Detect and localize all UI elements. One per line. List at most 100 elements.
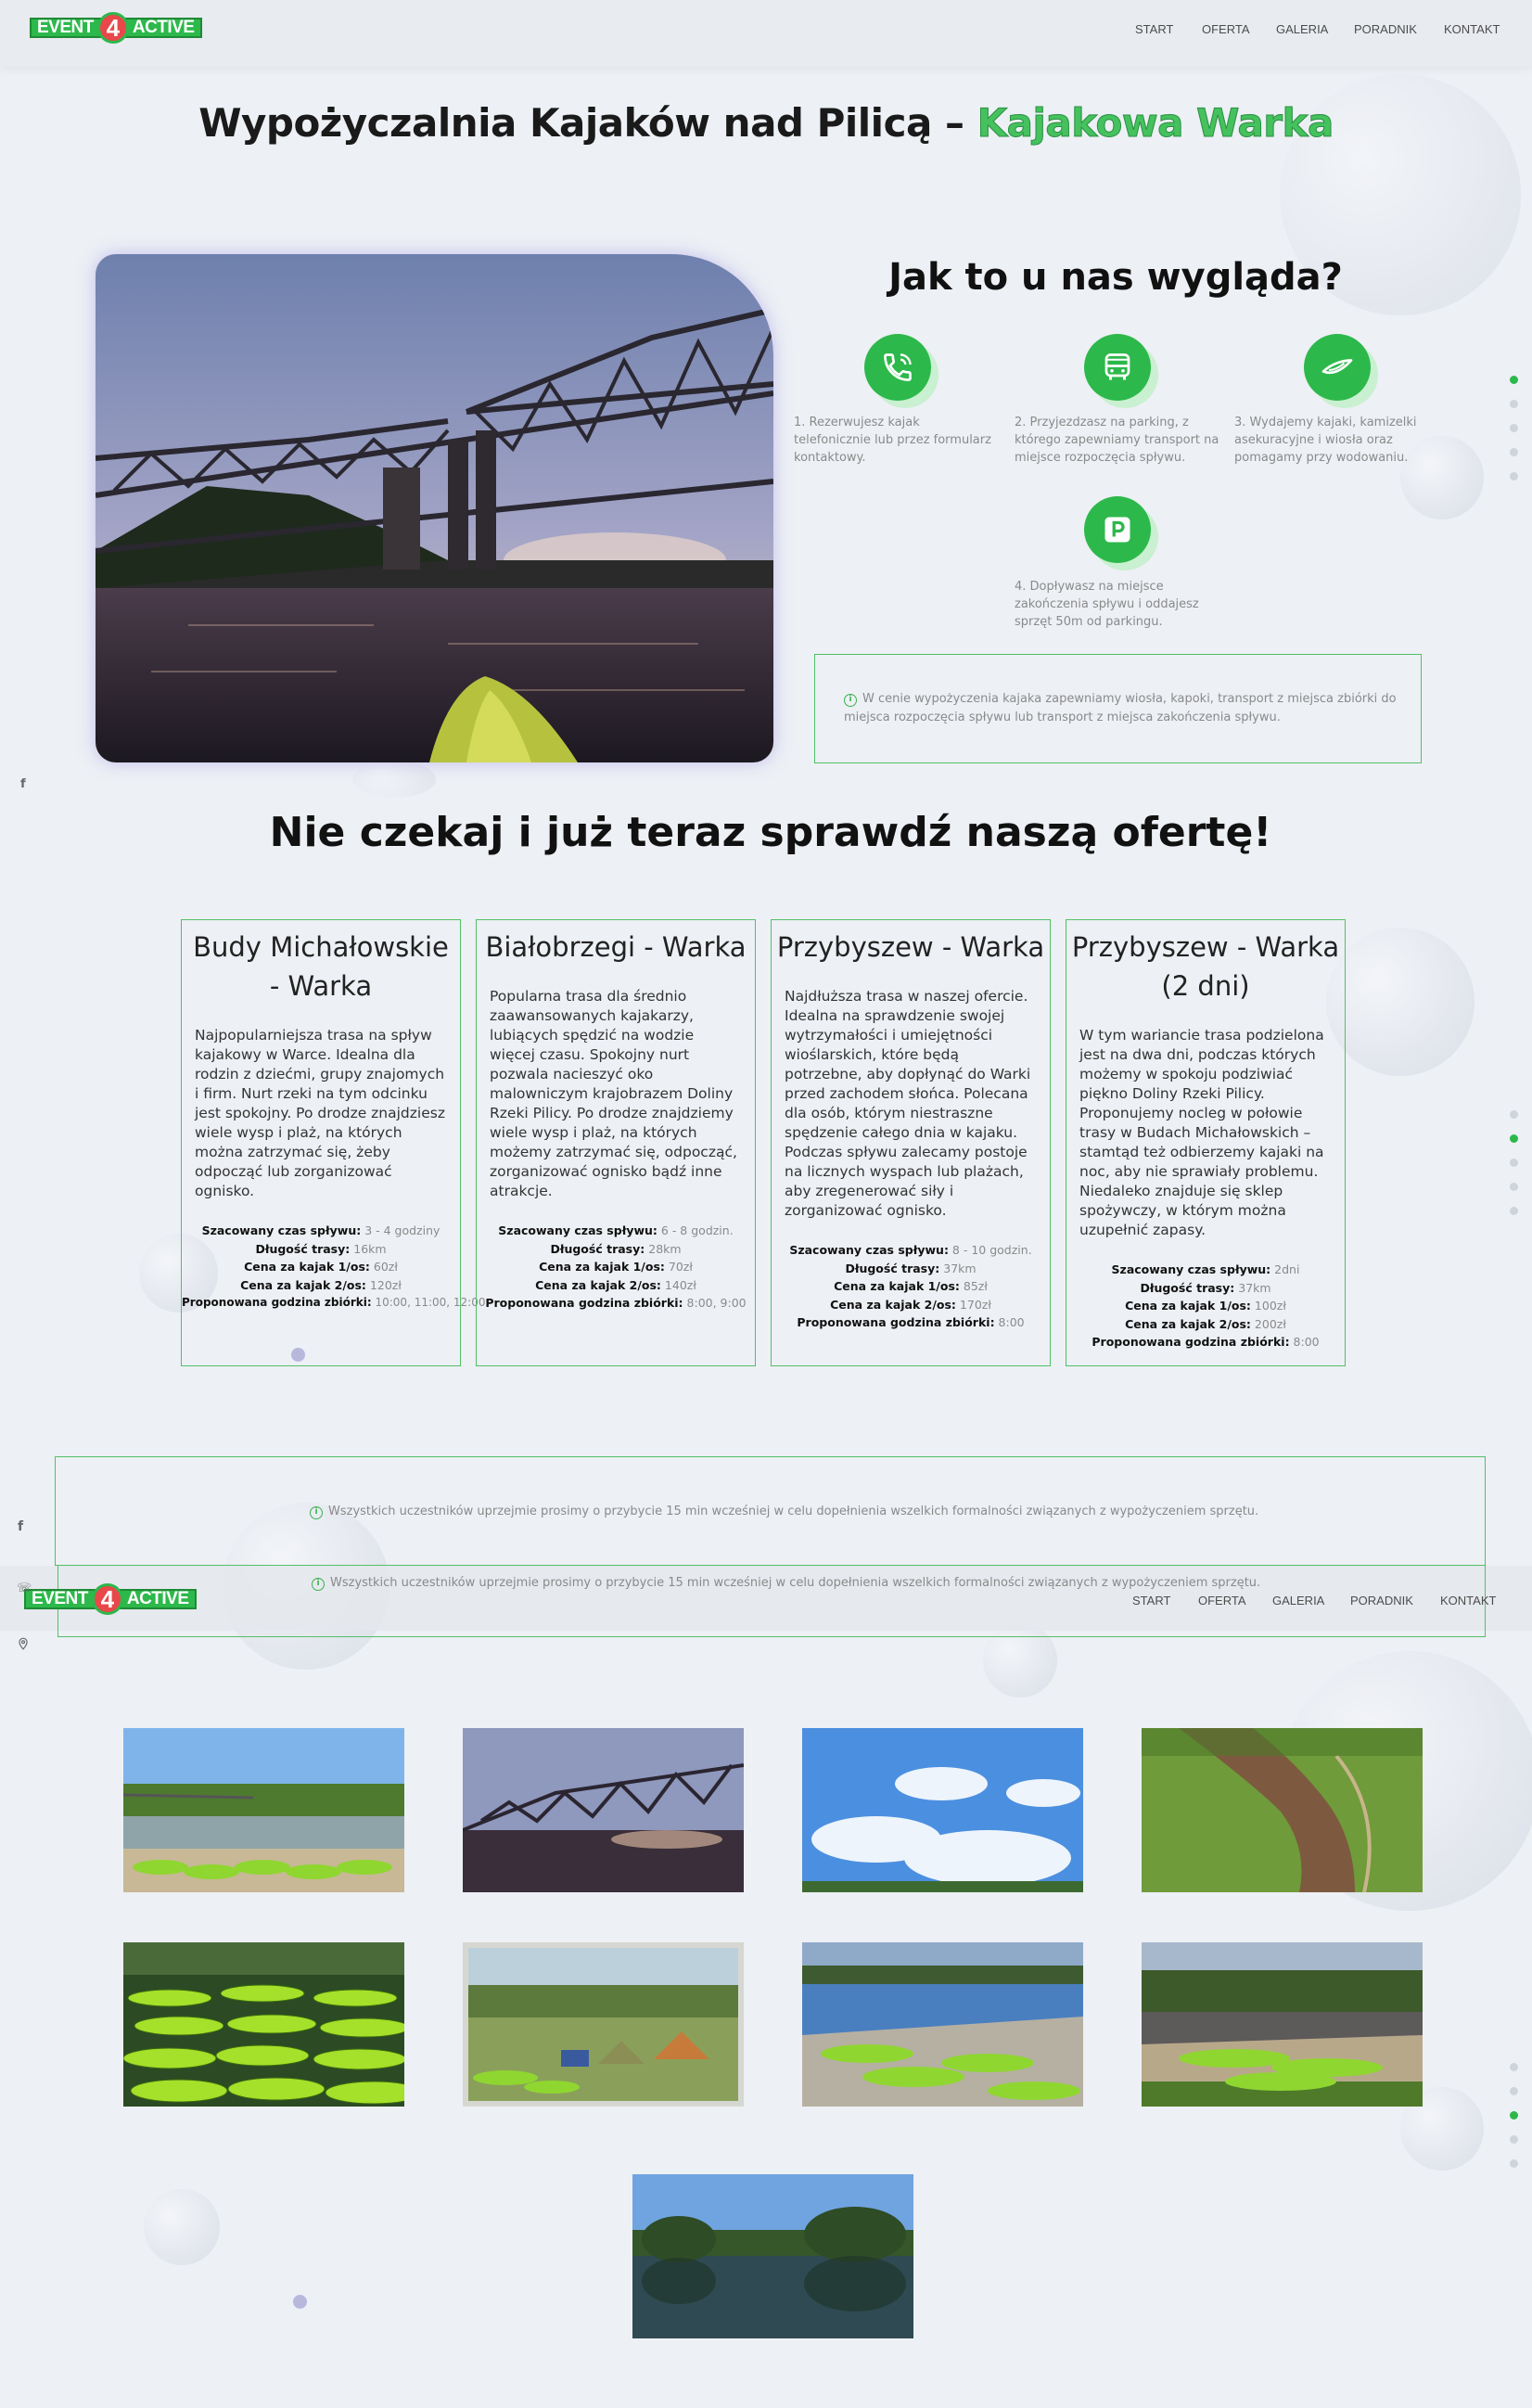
fact-time: 6 - 8 godzin. [657,1223,734,1237]
fact-label: Cena za kajak 2/os: [240,1277,366,1292]
brand-logo[interactable]: EVENT 4 ACTIVE [24,1581,197,1618]
fact-label: Długość trasy: [255,1241,351,1256]
facebook-icon[interactable]: f [20,777,26,791]
nav-oferta[interactable]: OFERTA [1202,22,1250,36]
nav-start[interactable]: START [1135,22,1173,36]
arrival-notice-label: Wszystkich uczestników uprzejmie prosimy… [330,1576,1261,1590]
brand-logo[interactable]: EVENT 4 ACTIVE [30,9,202,46]
nav-dot[interactable] [1510,2063,1518,2071]
fact-label: Proponowana godzina zbiórki: [1092,1335,1290,1349]
offer-card-desc: Najdłuższa trasa w naszej ofercie. Ideal… [785,988,1031,1219]
offer-heading: Nie czekaj i już teraz sprawdź naszą ofe… [269,809,1272,856]
nav-dot[interactable] [1510,1134,1518,1143]
parking-icon [1104,517,1130,543]
fact-label: Cena za kajak 1/os: [834,1279,960,1293]
gallery-photo-lake-kayaks[interactable] [802,1942,1083,2107]
offer-card[interactable]: Białobrzegi - Warka Popularna trasa dla … [476,919,756,1366]
fact-price1: 60zł [369,1260,398,1274]
nav-dot[interactable] [1510,376,1518,384]
arrival-notice-text: i Wszystkich uczestników uprzejmie prosim… [310,1503,1258,1521]
offer-card[interactable]: Budy Michałowskie - Warka Najpopularniej… [181,919,486,1366]
arrival-notice-label: Wszystkich uczestników uprzejmie prosimy… [328,1505,1259,1518]
offer-card-desc: Popularna trasa dla średnio zaawansowany… [490,988,737,1199]
fact-meet: 8:00 [994,1315,1025,1329]
nav-dot[interactable] [1510,2135,1518,2144]
page-title: Wypożyczalnia Kajaków nad Pilicą – Kajak… [0,100,1532,147]
nav-dot[interactable] [1510,2159,1518,2168]
nav-oferta[interactable]: OFERTA [1198,1594,1246,1607]
fact-price2: 120zł [365,1277,402,1292]
offer-card-desc: W tym wariancie trasa podzielona jest na… [1079,1027,1324,1238]
fact-label: Cena za kajak 2/os: [1125,1316,1251,1331]
nav-galeria[interactable]: GALERIA [1276,22,1328,36]
facebook-icon[interactable]: f [18,1519,23,1534]
gallery-photo-bridge[interactable] [463,1728,744,1892]
logo-text-left: EVENT [24,1589,96,1609]
offer-card[interactable]: Przybyszew - Warka Najdłuższa trasa w na… [771,919,1051,1366]
fact-length: 16km [350,1241,387,1256]
nav-dot[interactable] [1510,424,1518,432]
fact-label: Długość trasy: [550,1241,645,1256]
nav-dot[interactable] [1510,1110,1518,1119]
fact-length: 37km [1234,1280,1271,1295]
top-navbar: EVENT 4 ACTIVE START OFERTA GALERIA PORA… [0,0,1532,67]
nav-dot[interactable] [1510,448,1518,456]
gallery-photo-camp[interactable] [463,1942,744,2107]
section-nav-dots[interactable] [1510,1110,1519,1231]
fact-label: Długość trasy: [845,1261,940,1275]
gallery-photo-river-reflection[interactable] [632,2174,913,2338]
fact-length: 37km [939,1261,977,1275]
nav-poradnik[interactable]: PORADNIK [1354,22,1417,36]
offer-card-title: Białobrzegi - Warka [485,931,747,963]
phone-small-icon[interactable]: ☏ [17,1582,32,1595]
gallery-photo-riverbank[interactable] [1142,1942,1423,2107]
decorative-dot [293,2295,307,2309]
section-nav-dots[interactable] [1510,2063,1519,2184]
nav-kontakt[interactable]: KONTAKT [1444,22,1500,36]
nav-dot[interactable] [1510,400,1518,408]
step-4-badge [1084,496,1151,563]
fact-label: Proponowana godzina zbiórki: [182,1296,372,1309]
fact-price2: 140zł [660,1277,696,1292]
nav-dot[interactable] [1510,1159,1518,1167]
nav-dot[interactable] [1510,2087,1518,2095]
gallery-photo-aerial-river[interactable] [1142,1728,1423,1892]
photo-content [468,1948,738,2101]
logo-text-right: ACTIVE [124,18,202,38]
fact-meet: 8:00 [1289,1335,1320,1349]
section-nav-dots[interactable] [1510,376,1519,496]
nav-dot[interactable] [1510,2111,1518,2120]
gallery-photo-kayak-rows[interactable] [123,1942,404,2107]
fact-price2: 170zł [955,1297,991,1312]
nav-dot[interactable] [1510,472,1518,480]
photo-content [1142,1942,1423,2107]
offer-card[interactable]: Przybyszew - Warka (2 dni) W tym warianc… [1066,919,1346,1366]
nav-poradnik[interactable]: PORADNIK [1350,1594,1413,1607]
nav-dot[interactable] [1510,1207,1518,1215]
fact-label: Proponowana godzina zbiórki: [485,1296,683,1310]
nav-start[interactable]: START [1132,1594,1170,1607]
bridge-photo [96,254,773,762]
step-3-badge [1304,334,1371,401]
gallery-photo-sky[interactable] [802,1728,1083,1892]
location-pin-icon[interactable] [17,1636,30,1651]
gallery-photo-kayaks-bridge[interactable] [123,1728,404,1892]
bus-icon [1104,353,1130,380]
photo-content [632,2174,913,2338]
decorative-circle [1326,928,1475,1076]
nav-kontakt[interactable]: KONTAKT [1440,1594,1496,1607]
fact-meet: 8:00, 9:00 [683,1296,747,1310]
photo-content [123,1942,404,2107]
nav-galeria[interactable]: GALERIA [1272,1594,1324,1607]
step-2-text: 2. Przyjezdzasz na parking, z którego za… [1015,416,1219,465]
photo-content [463,1728,744,1892]
nav-dot[interactable] [1510,1183,1518,1191]
fact-label: Cena za kajak 1/os: [539,1260,665,1274]
step-3-text: 3. Wydajemy kajaki, kamizelki asekuracyj… [1234,416,1417,465]
step-4-text: 4. Dopływasz na miejsce zakończenia spły… [1015,580,1199,629]
decorative-circle [144,2189,220,2265]
logo-number: 4 [96,12,129,44]
fact-time: 2dni [1270,1262,1300,1276]
logo-number: 4 [91,1583,123,1615]
offer-card-facts: Szacowany czas spływu: 6 - 8 godzin. Dłu… [477,1222,755,1313]
